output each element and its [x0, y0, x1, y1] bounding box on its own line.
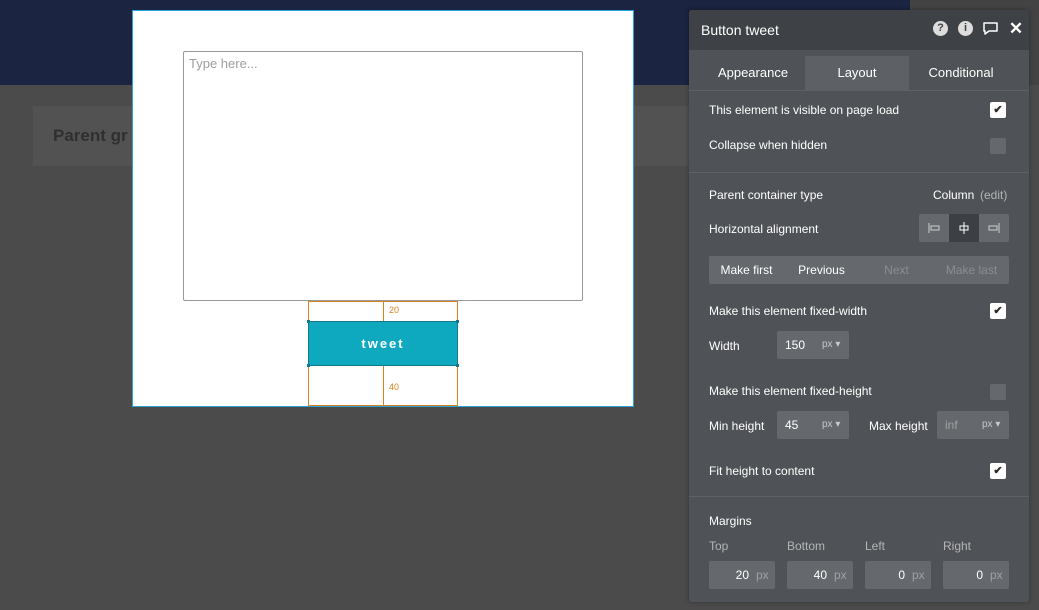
- resize-handle-bottom-left[interactable]: [307, 364, 310, 367]
- comment-icon[interactable]: [982, 21, 998, 37]
- fit-height-checkbox[interactable]: ✔: [990, 463, 1006, 479]
- resize-handle-top-left[interactable]: [307, 320, 310, 323]
- parent-container-value: Column: [933, 188, 975, 202]
- width-unit-select[interactable]: px ▾: [822, 339, 840, 350]
- fixed-height-checkbox[interactable]: [990, 384, 1006, 400]
- margin-left-field-label: Left: [865, 539, 886, 553]
- align-center-icon[interactable]: [949, 214, 979, 242]
- margin-left-unit: px: [912, 568, 925, 582]
- margin-top-guide-line: [383, 301, 384, 321]
- margin-top-value: 20: [735, 568, 749, 582]
- next-button[interactable]: Next: [859, 256, 934, 284]
- margin-left-value: 0: [898, 568, 905, 582]
- make-first-button[interactable]: Make first: [709, 256, 784, 284]
- margin-right-unit: px: [990, 568, 1003, 582]
- margin-bottom-unit: px: [834, 568, 847, 582]
- max-height-label: Max height: [869, 419, 928, 433]
- section-divider: [689, 496, 1029, 497]
- width-input[interactable]: 150 px ▾: [777, 331, 849, 359]
- margin-bottom-label: 40: [389, 382, 400, 392]
- min-height-value: 45: [785, 418, 799, 432]
- tabs-divider: [689, 90, 1029, 91]
- help-icon[interactable]: ?: [933, 21, 948, 36]
- margin-bottom-guide-line: [383, 366, 384, 405]
- max-height-unit-select[interactable]: px ▾: [982, 419, 1000, 430]
- panel-header[interactable]: Button tweet ? i ✕: [689, 10, 1029, 50]
- align-left-icon[interactable]: [919, 214, 949, 242]
- info-icon[interactable]: i: [958, 21, 973, 36]
- width-value: 150: [785, 338, 806, 352]
- panel-title: Button tweet: [701, 22, 779, 38]
- property-editor-panel: Button tweet ? i ✕ Appearance Layout Con…: [689, 10, 1029, 602]
- margin-bottom-value: 40: [813, 568, 827, 582]
- horizontal-alignment-label: Horizontal alignment: [709, 222, 819, 236]
- margin-top-unit: px: [756, 568, 769, 582]
- input-placeholder: Type here...: [189, 56, 258, 71]
- max-height-placeholder: inf: [945, 418, 958, 432]
- panel-tabs: Appearance Layout Conditional: [689, 56, 1029, 90]
- parent-container-edit-link[interactable]: (edit): [980, 188, 1007, 202]
- min-height-label: Min height: [709, 419, 765, 433]
- resize-handle-top-right[interactable]: [456, 320, 459, 323]
- section-divider: [689, 172, 1029, 173]
- tab-appearance[interactable]: Appearance: [703, 56, 803, 90]
- fixed-width-checkbox[interactable]: ✔: [990, 303, 1006, 319]
- margin-right-input[interactable]: 0 px: [943, 561, 1009, 589]
- margin-bottom-field-label: Bottom: [787, 539, 826, 553]
- element-order-control: Make first Previous Next Make last: [709, 256, 1009, 284]
- fit-height-label: Fit height to content: [709, 464, 815, 478]
- previous-button[interactable]: Previous: [784, 256, 859, 284]
- fixed-width-label: Make this element fixed-width: [709, 304, 868, 318]
- margin-top-field-label: Top: [709, 539, 729, 553]
- width-label: Width: [709, 339, 740, 353]
- max-height-input[interactable]: inf px ▾: [937, 411, 1009, 439]
- margin-bottom-input[interactable]: 40 px: [787, 561, 853, 589]
- collapse-when-hidden-label: Collapse when hidden: [709, 138, 828, 152]
- close-icon[interactable]: ✕: [1008, 20, 1024, 37]
- margin-top-input[interactable]: 20 px: [709, 561, 775, 589]
- horizontal-alignment-control: [919, 214, 1009, 242]
- collapse-when-hidden-checkbox[interactable]: [990, 138, 1006, 154]
- margin-right-value: 0: [976, 568, 983, 582]
- margin-right-field-label: Right: [943, 539, 972, 553]
- min-height-unit-select[interactable]: px ▾: [822, 419, 840, 430]
- parent-group-label: Parent gr: [53, 126, 128, 145]
- margin-left-input[interactable]: 0 px: [865, 561, 931, 589]
- resize-handle-bottom-right[interactable]: [456, 364, 459, 367]
- align-right-icon[interactable]: [979, 214, 1009, 242]
- tab-layout[interactable]: Layout: [805, 56, 909, 90]
- fixed-height-label: Make this element fixed-height: [709, 384, 872, 398]
- make-last-button[interactable]: Make last: [934, 256, 1009, 284]
- margin-top-label: 20: [389, 305, 400, 315]
- tab-conditional[interactable]: Conditional: [911, 56, 1011, 90]
- tweet-button[interactable]: tweet: [308, 321, 458, 366]
- visible-on-load-label: This element is visible on page load: [709, 103, 900, 117]
- visible-on-load-checkbox[interactable]: ✔: [990, 102, 1006, 118]
- parent-container-label: Parent container type: [709, 188, 824, 202]
- margins-label: Margins: [709, 514, 752, 528]
- min-height-input[interactable]: 45 px ▾: [777, 411, 849, 439]
- multiline-input[interactable]: Type here...: [183, 51, 583, 301]
